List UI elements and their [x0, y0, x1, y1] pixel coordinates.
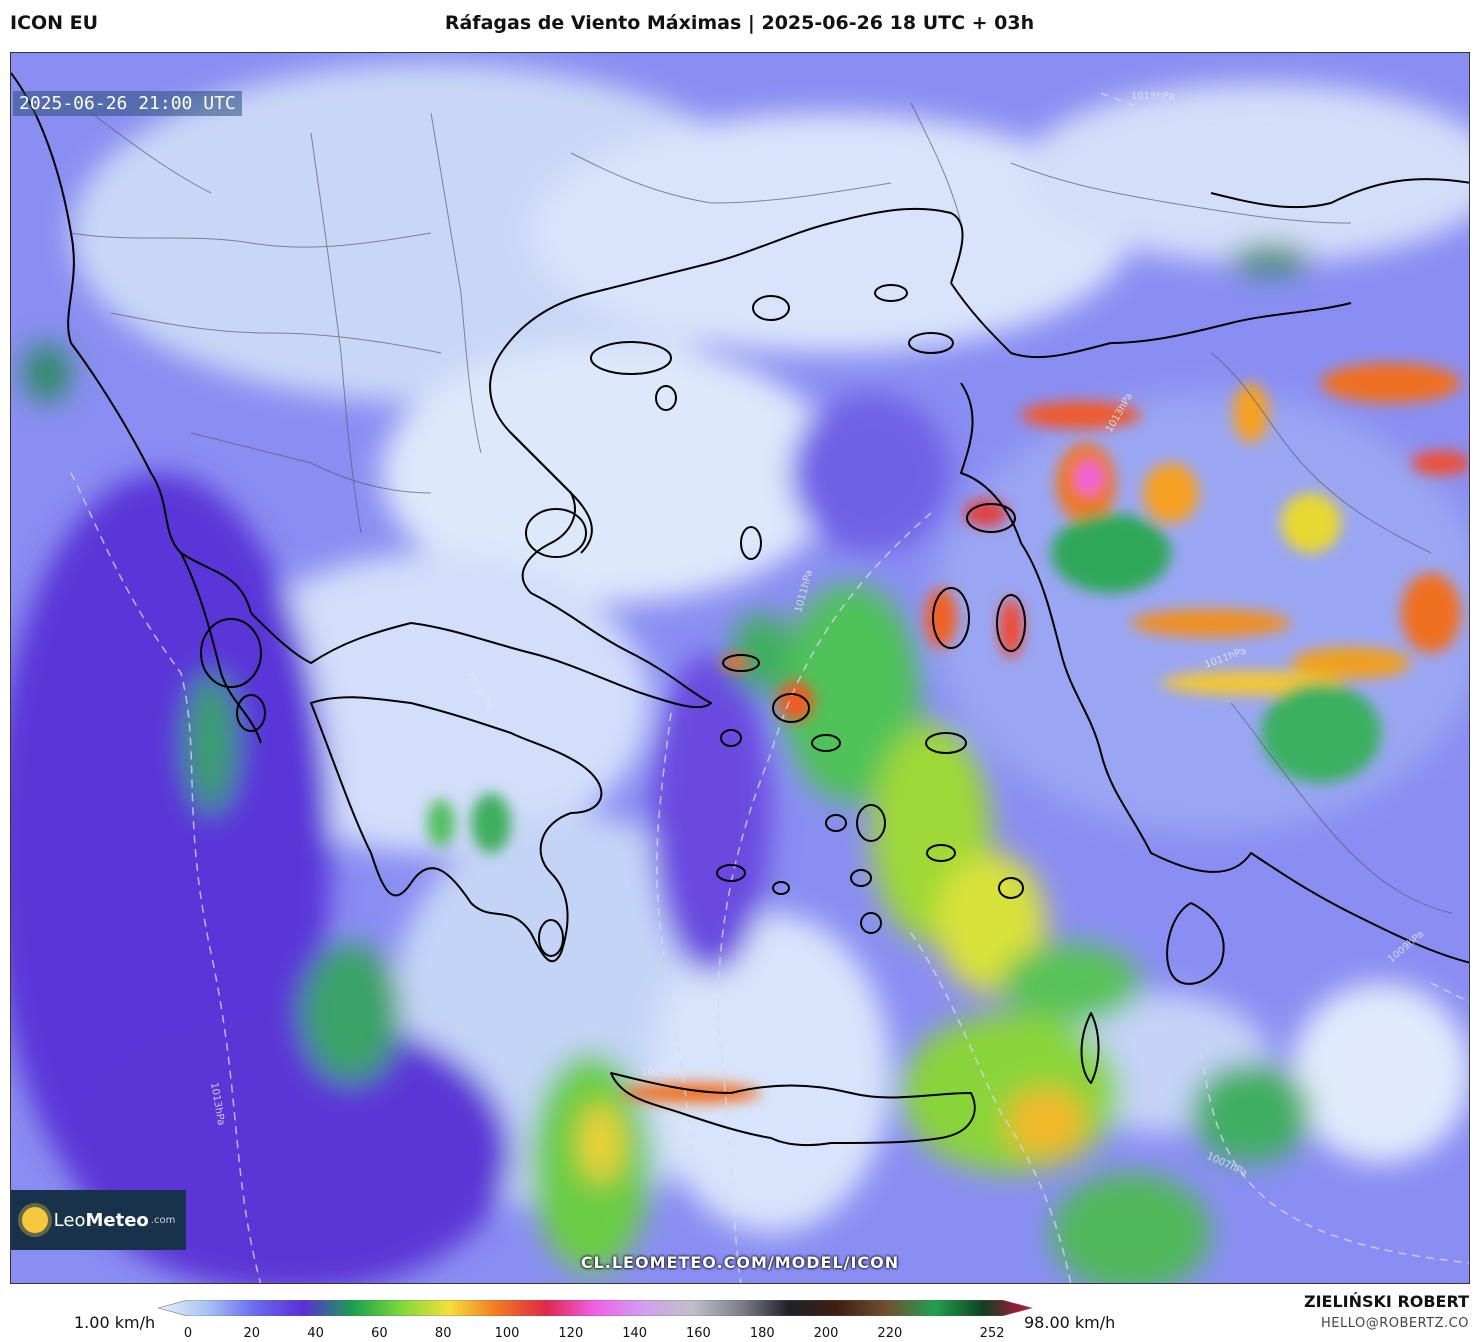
- colorbar-tick: 120: [558, 1326, 584, 1341]
- wind-gust-field: 1015hPa 1013hPa 1011hPa 1011hPa 1011hPa …: [11, 53, 1469, 1283]
- colorbar-tick: 252: [979, 1326, 1005, 1341]
- colorbar-tick: 180: [749, 1326, 775, 1341]
- isobar-label: 1013hPa: [641, 1067, 685, 1078]
- colorbar-tick: 100: [494, 1326, 520, 1341]
- chart-title: Ráfagas de Viento Máximas | 2025-06-26 1…: [444, 12, 1035, 34]
- sun-icon: [21, 1207, 48, 1233]
- colorbar-tick: 220: [877, 1326, 903, 1341]
- leometeo-logo[interactable]: LeoMeteo .com: [11, 1190, 186, 1250]
- author-name: ZIELIŃSKI ROBERT: [1303, 1292, 1469, 1311]
- colorbar-tick: 200: [813, 1326, 839, 1341]
- colorbar-tick: 80: [434, 1326, 452, 1341]
- valid-time-label: 2025-06-26 21:00 UTC: [13, 91, 242, 116]
- colorbar-tick: 40: [307, 1326, 324, 1341]
- colorbar-tick: 0: [183, 1326, 193, 1341]
- source-url: CL.LEOMETEO.COM/MODEL/ICON: [580, 1253, 900, 1272]
- colorbar-min-label: 1.00 km/h: [74, 1313, 156, 1332]
- colorbar-tick: 160: [686, 1326, 711, 1341]
- colorbar-tick: 60: [371, 1326, 388, 1341]
- colorbar-tick: 140: [622, 1326, 648, 1341]
- logo-suffix: .com: [150, 1214, 176, 1226]
- colorbar-tick: 20: [243, 1326, 261, 1341]
- isobar-label: 1015hPa: [1131, 91, 1175, 102]
- author-email[interactable]: HELLO@ROBERTZ.CO: [1321, 1316, 1469, 1331]
- logo-text: LeoMeteo: [53, 1209, 149, 1231]
- colorbar: [158, 1300, 1032, 1316]
- colorbar-max-label: 98.00 km/h: [1024, 1313, 1116, 1332]
- weather-map[interactable]: 1015hPa 1013hPa 1011hPa 1011hPa 1011hPa …: [10, 52, 1470, 1284]
